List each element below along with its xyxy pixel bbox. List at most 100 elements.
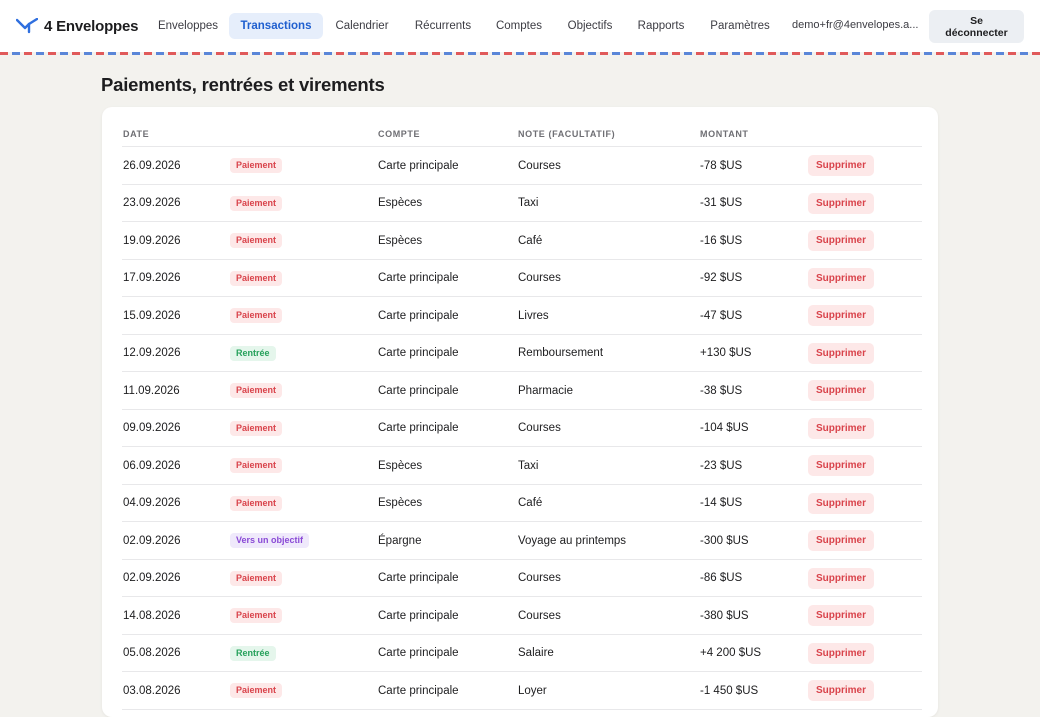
delete-button[interactable]: Supprimer bbox=[808, 492, 875, 514]
type-badge-cell: Paiement bbox=[230, 447, 283, 485]
row-amount-cell: -1 450 $US bbox=[700, 672, 758, 710]
delete-button[interactable]: Supprimer bbox=[808, 192, 875, 214]
table-row: 23.09.2026 Paiement Espèces Taxi -31 $US Supp… bbox=[122, 185, 922, 223]
delete-button[interactable]: Supprimer bbox=[808, 605, 875, 627]
row-date-cell: 15.09.2026 bbox=[123, 297, 181, 335]
row-amount: -300 $US bbox=[700, 534, 749, 547]
row-amount: -86 $US bbox=[700, 572, 743, 585]
delete-button[interactable]: Supprimer bbox=[808, 417, 875, 439]
user-email: demo+fr@4envelopes.a... bbox=[792, 19, 919, 31]
row-amount: -31 $US bbox=[700, 197, 743, 210]
type-badge: Vers un objectif bbox=[230, 533, 310, 549]
delete-button-cell: Supprimer bbox=[808, 410, 875, 448]
row-date-cell: 06.09.2026 bbox=[123, 447, 181, 485]
row-account-cell: Carte principale bbox=[378, 335, 459, 373]
delete-button-cell: Supprimer bbox=[808, 335, 875, 373]
row-date: 03.08.2026 bbox=[123, 684, 181, 697]
delete-button-cell: Supprimer bbox=[808, 447, 875, 485]
delete-button[interactable]: Supprimer bbox=[808, 530, 875, 552]
delete-button-cell: Supprimer bbox=[808, 147, 875, 185]
delete-button[interactable]: Supprimer bbox=[808, 680, 875, 702]
top-bar: 4 Enveloppes Enveloppes Transactions Calen… bbox=[0, 0, 1040, 52]
row-date: 26.09.2026 bbox=[123, 159, 181, 172]
type-badge-cell: Paiement bbox=[230, 672, 283, 710]
row-account-cell: Carte principale bbox=[378, 372, 459, 410]
type-badge: Rentrée bbox=[230, 645, 276, 661]
nav-calendrier[interactable]: Calendrier bbox=[323, 13, 401, 39]
table-header: DATE COMPTE NOTE (FACULTATIF) MONTANT bbox=[122, 107, 922, 147]
row-date-cell: 26.09.2026 bbox=[123, 147, 181, 185]
table-row: 09.09.2026 Paiement Carte principale Course… bbox=[122, 410, 922, 448]
row-date-cell: 14.08.2026 bbox=[123, 597, 181, 635]
row-account-cell: Carte principale bbox=[378, 297, 459, 335]
delete-button[interactable]: Supprimer bbox=[808, 642, 875, 664]
delete-button[interactable]: Supprimer bbox=[808, 230, 875, 252]
table-row: 02.09.2026 Paiement Carte principale Course… bbox=[122, 560, 922, 598]
nav-transactions[interactable]: Transactions bbox=[229, 13, 323, 39]
row-note: Café bbox=[518, 497, 543, 510]
row-amount-cell: -31 $US bbox=[700, 185, 742, 223]
type-badge: Paiement bbox=[230, 495, 283, 511]
row-date: 15.09.2026 bbox=[123, 309, 181, 322]
nav-parametres[interactable]: Paramètres bbox=[695, 13, 785, 39]
row-note: Pharmacie bbox=[518, 384, 573, 397]
table-row: 03.08.2026 Paiement Carte principale Loyer -… bbox=[122, 672, 922, 710]
row-note: Courses bbox=[518, 159, 561, 172]
delete-button[interactable]: Supprimer bbox=[808, 305, 875, 327]
row-amount: -78 $US bbox=[700, 159, 743, 172]
row-date-cell: 17.09.2026 bbox=[123, 260, 181, 298]
nav-objectifs[interactable]: Objectifs bbox=[553, 13, 627, 39]
header-account: COMPTE bbox=[378, 129, 421, 139]
row-amount-cell: -23 $US bbox=[700, 447, 742, 485]
delete-button-cell: Supprimer bbox=[808, 260, 875, 298]
nav-comptes[interactable]: Comptes bbox=[485, 13, 553, 39]
delete-button[interactable]: Supprimer bbox=[808, 342, 875, 364]
row-account-cell: Carte principale bbox=[378, 635, 459, 673]
row-account: Carte principale bbox=[378, 272, 459, 285]
delete-button[interactable]: Supprimer bbox=[808, 155, 875, 177]
delete-button-cell: Supprimer bbox=[808, 297, 875, 335]
type-badge: Paiement bbox=[230, 158, 283, 174]
nav-recurrents[interactable]: Récurrents bbox=[401, 13, 485, 39]
row-amount-cell: -86 $US bbox=[700, 560, 742, 598]
type-badge: Paiement bbox=[230, 683, 283, 699]
row-account: Espèces bbox=[378, 459, 423, 472]
row-note: Livres bbox=[518, 309, 549, 322]
row-note-cell: Courses bbox=[518, 560, 561, 598]
type-badge: Paiement bbox=[230, 383, 283, 399]
row-amount: -38 $US bbox=[700, 384, 743, 397]
row-account: Carte principale bbox=[378, 384, 459, 397]
type-badge-cell: Rentrée bbox=[230, 335, 276, 373]
row-note: Café bbox=[518, 234, 543, 247]
row-amount: -380 $US bbox=[700, 609, 749, 622]
delete-button[interactable]: Supprimer bbox=[808, 455, 875, 477]
nav-rapports[interactable]: Rapports bbox=[627, 13, 695, 39]
table-row: 11.09.2026 Paiement Carte principale Pharma… bbox=[122, 372, 922, 410]
row-amount: -47 $US bbox=[700, 309, 743, 322]
type-badge: Paiement bbox=[230, 308, 283, 324]
row-date: 05.08.2026 bbox=[123, 647, 181, 660]
row-amount-cell: -78 $US bbox=[700, 147, 742, 185]
row-amount-cell: -47 $US bbox=[700, 297, 742, 335]
nav-enveloppes[interactable]: Enveloppes bbox=[147, 13, 229, 39]
row-note-cell: Voyage au printemps bbox=[518, 522, 626, 560]
delete-button[interactable]: Supprimer bbox=[808, 567, 875, 589]
row-amount: -14 $US bbox=[700, 497, 743, 510]
table-body: 26.09.2026 Paiement Carte principale Course… bbox=[122, 147, 922, 710]
header-note: NOTE (FACULTATIF) bbox=[518, 129, 616, 139]
row-date-cell: 19.09.2026 bbox=[123, 222, 181, 260]
logout-button[interactable]: Se déconnecter bbox=[929, 10, 1024, 43]
row-date: 04.09.2026 bbox=[123, 497, 181, 510]
type-badge-cell: Vers un objectif bbox=[230, 522, 310, 560]
row-note: Salaire bbox=[518, 647, 554, 660]
delete-button[interactable]: Supprimer bbox=[808, 380, 875, 402]
row-note-cell: Loyer bbox=[518, 672, 547, 710]
type-badge-cell: Paiement bbox=[230, 147, 283, 185]
row-note-cell: Livres bbox=[518, 297, 549, 335]
row-account: Carte principale bbox=[378, 684, 459, 697]
app-logo[interactable]: 4 Enveloppes bbox=[16, 14, 139, 38]
row-account-cell: Épargne bbox=[378, 522, 421, 560]
row-account-cell: Espèces bbox=[378, 185, 422, 223]
row-date-cell: 02.09.2026 bbox=[123, 522, 181, 560]
delete-button[interactable]: Supprimer bbox=[808, 267, 875, 289]
